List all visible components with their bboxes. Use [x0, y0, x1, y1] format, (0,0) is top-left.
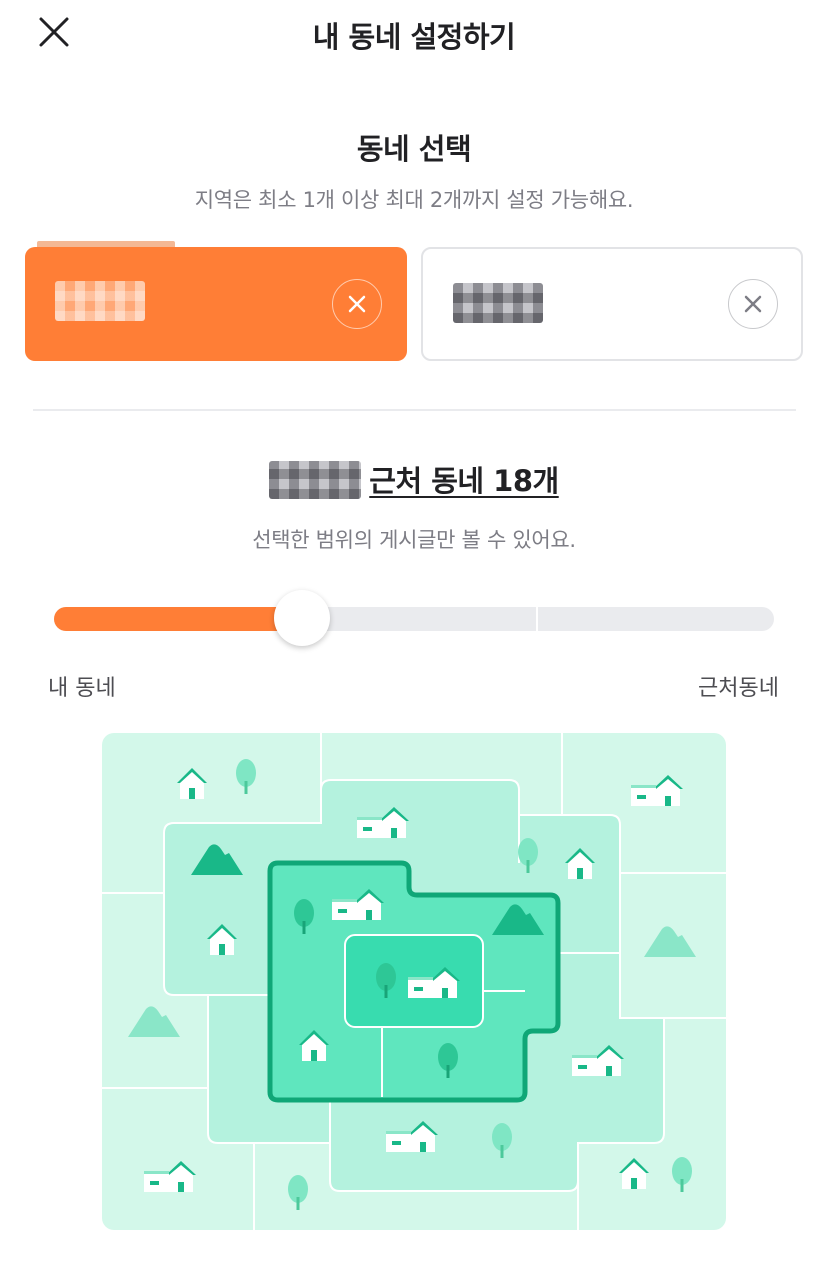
neighborhood-map: [102, 733, 726, 1230]
selected-marker: [37, 241, 175, 247]
divider: [33, 409, 796, 411]
slider-tick: [536, 607, 539, 631]
remove-neighborhood-1-button[interactable]: [332, 279, 382, 329]
redacted-name: [453, 283, 543, 323]
neighborhood-name-2: [453, 283, 543, 323]
neighborhood-name-1: [55, 281, 145, 321]
section-title: 동네 선택: [356, 132, 472, 166]
range-description: 선택한 범위의 게시글만 볼 수 있어요.: [252, 528, 576, 552]
neighborhood-card-1[interactable]: [25, 241, 407, 361]
header: 내 동네 설정하기: [0, 0, 828, 70]
nearby-neighborhoods-link[interactable]: 근처 동네 18개: [369, 464, 559, 498]
close-icon: [744, 295, 762, 313]
slider-max-label: 근처동네: [698, 676, 779, 701]
remove-neighborhood-2-button[interactable]: [728, 279, 778, 329]
slider-min-label: 내 동네: [48, 676, 116, 701]
range-title: 근처 동네 18개: [0, 458, 828, 500]
section-description: 지역은 최소 1개 이상 최대 2개까지 설정 가능해요.: [194, 188, 634, 212]
range-slider[interactable]: [54, 590, 774, 646]
redacted-name: [55, 281, 145, 321]
slider-thumb[interactable]: [274, 590, 331, 646]
page-title: 내 동네 설정하기: [312, 20, 516, 54]
slider-fill: [54, 607, 303, 631]
redacted-name: [269, 461, 362, 499]
close-icon: [348, 295, 366, 313]
neighborhood-card-2[interactable]: [421, 247, 803, 361]
